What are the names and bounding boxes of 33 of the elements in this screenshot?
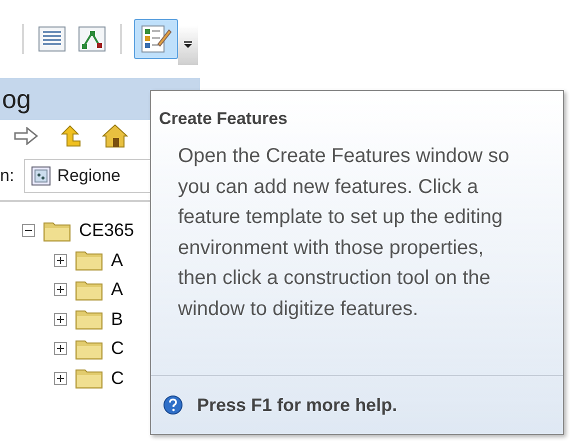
help-text: Press F1 for more help. xyxy=(197,394,398,416)
panel-title: og xyxy=(2,84,31,114)
folder-label[interactable]: A xyxy=(111,279,124,300)
folder-icon xyxy=(75,308,103,330)
folder-icon xyxy=(75,367,103,390)
tooltip-title: Create Features xyxy=(158,108,289,129)
help-icon xyxy=(163,395,183,415)
collapse-icon[interactable] xyxy=(22,224,35,238)
folder-label[interactable]: C xyxy=(111,368,124,389)
folder-icon xyxy=(75,249,103,272)
folder-label[interactable]: A xyxy=(111,250,124,271)
up-folder-icon[interactable] xyxy=(58,125,82,147)
folder-icon xyxy=(43,220,71,242)
map-icon xyxy=(31,166,52,186)
polygon-icon xyxy=(78,26,106,52)
forward-arrow-icon[interactable] xyxy=(14,127,38,145)
folder-icon xyxy=(75,338,103,360)
expand-icon[interactable] xyxy=(54,372,67,385)
edit-list-icon xyxy=(140,24,172,54)
location-label: n: xyxy=(0,166,14,186)
dropdown-arrow-icon xyxy=(183,41,193,49)
expand-icon[interactable] xyxy=(54,312,67,326)
expand-icon[interactable] xyxy=(54,342,67,356)
expand-icon[interactable] xyxy=(54,254,67,267)
folder-label[interactable]: C xyxy=(111,338,124,360)
home-icon[interactable] xyxy=(102,124,128,148)
expand-icon[interactable] xyxy=(54,283,67,296)
dropdown-button[interactable] xyxy=(178,25,198,65)
folder-label[interactable]: CE365 xyxy=(79,220,134,242)
folder-label[interactable]: B xyxy=(111,308,124,330)
toolbar-button[interactable] xyxy=(134,19,178,59)
folder-icon xyxy=(75,278,103,301)
table-icon xyxy=(38,26,66,52)
